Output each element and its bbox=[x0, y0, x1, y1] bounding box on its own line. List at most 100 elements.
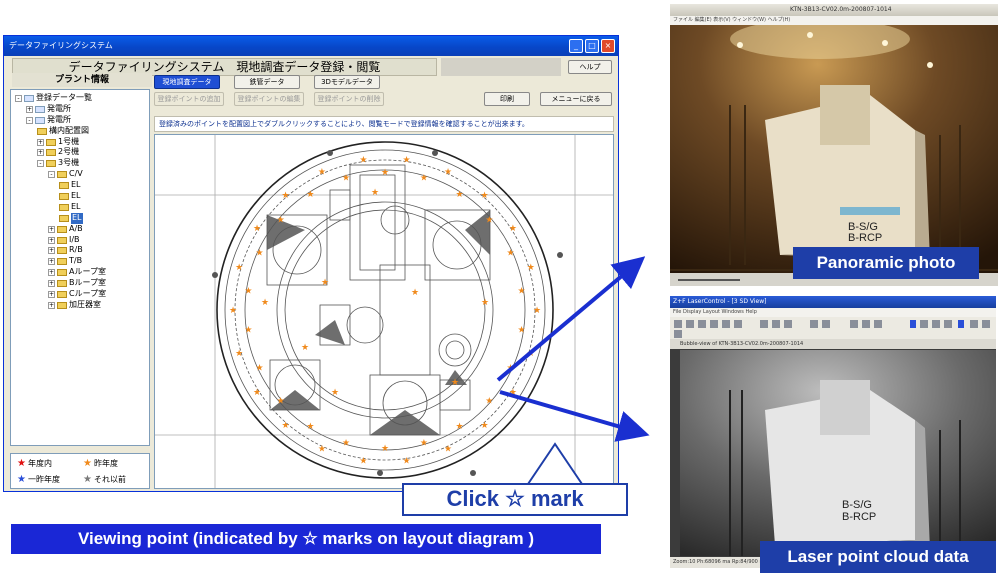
viewing-point-star[interactable]: ★ bbox=[253, 388, 261, 398]
viewing-point-star[interactable]: ★ bbox=[485, 396, 493, 406]
viewing-point-star[interactable]: ★ bbox=[342, 438, 350, 448]
viewing-point-star[interactable]: ★ bbox=[403, 457, 411, 467]
viewing-point-star[interactable]: ★ bbox=[342, 174, 350, 184]
tab-pipe-data[interactable]: 鉄管データ bbox=[234, 75, 300, 89]
viewing-point-star[interactable]: ★ bbox=[509, 224, 517, 234]
tree-node[interactable]: + 発電所 bbox=[11, 104, 149, 115]
viewing-point-star[interactable]: ★ bbox=[281, 421, 289, 431]
viewing-point-star[interactable]: ★ bbox=[318, 444, 326, 454]
viewing-point-star[interactable]: ★ bbox=[281, 191, 289, 201]
expand-icon[interactable]: + bbox=[48, 236, 55, 244]
viewing-point-star[interactable]: ★ bbox=[277, 396, 285, 406]
expand-icon[interactable]: + bbox=[48, 225, 55, 233]
tree-node[interactable]: EL bbox=[11, 191, 149, 202]
viewing-point-star[interactable]: ★ bbox=[533, 306, 541, 316]
help-button[interactable]: ヘルプ bbox=[568, 60, 612, 74]
tree-node[interactable]: +2号機 bbox=[11, 147, 149, 158]
close-button[interactable]: × bbox=[601, 39, 615, 53]
viewing-point-star[interactable]: ★ bbox=[331, 388, 339, 398]
tree-node[interactable]: + Aループ室 bbox=[11, 267, 149, 278]
tree-node[interactable]: EL bbox=[11, 202, 149, 213]
viewing-point-star[interactable]: ★ bbox=[235, 349, 243, 359]
delete-point-button[interactable]: 登録ポイントの削除 bbox=[314, 92, 384, 106]
viewing-point-star[interactable]: ★ bbox=[318, 168, 326, 178]
viewing-point-star[interactable]: ★ bbox=[509, 388, 517, 398]
tree-node[interactable]: + Bループ室 bbox=[11, 278, 149, 289]
viewing-point-star[interactable]: ★ bbox=[255, 363, 263, 373]
tab-3d-model-data[interactable]: 3Dモデルデータ bbox=[314, 75, 380, 89]
viewing-point-star[interactable]: ★ bbox=[506, 363, 514, 373]
viewing-point-star[interactable]: ★ bbox=[411, 288, 419, 298]
viewing-point-star[interactable]: ★ bbox=[381, 168, 389, 178]
viewing-point-star[interactable]: ★ bbox=[381, 444, 389, 454]
viewing-point-star[interactable]: ★ bbox=[359, 156, 367, 166]
viewing-point-star[interactable]: ★ bbox=[456, 190, 464, 200]
expand-icon[interactable]: + bbox=[48, 280, 55, 288]
viewing-point-star[interactable]: ★ bbox=[518, 286, 526, 296]
viewing-point-star[interactable]: ★ bbox=[229, 306, 237, 316]
viewing-point-star[interactable]: ★ bbox=[306, 190, 314, 200]
expand-icon[interactable]: + bbox=[37, 149, 44, 157]
viewing-point-star[interactable]: ★ bbox=[306, 422, 314, 432]
tree-node[interactable]: + A/B bbox=[11, 224, 149, 235]
expand-icon[interactable]: + bbox=[48, 269, 55, 277]
viewing-point-star[interactable]: ★ bbox=[444, 444, 452, 454]
tree-node[interactable]: - C/V bbox=[11, 169, 149, 180]
minimize-button[interactable]: _ bbox=[569, 39, 583, 53]
viewing-point-star[interactable]: ★ bbox=[253, 224, 261, 234]
viewing-point-star[interactable]: ★ bbox=[301, 343, 309, 353]
viewing-point-star[interactable]: ★ bbox=[420, 438, 428, 448]
collapse-icon[interactable]: - bbox=[37, 160, 44, 168]
viewing-point-star[interactable]: ★ bbox=[485, 216, 493, 226]
viewing-point-star[interactable]: ★ bbox=[359, 457, 367, 467]
expand-icon[interactable]: + bbox=[48, 258, 55, 266]
add-point-button[interactable]: 登録ポイントの追加 bbox=[154, 92, 224, 106]
expand-icon[interactable]: + bbox=[37, 138, 44, 146]
tree-node[interactable]: + I/B bbox=[11, 235, 149, 246]
collapse-icon[interactable]: - bbox=[48, 171, 55, 179]
viewing-point-star[interactable]: ★ bbox=[527, 263, 535, 273]
viewing-point-star[interactable]: ★ bbox=[481, 298, 489, 308]
viewing-point-star[interactable]: ★ bbox=[480, 191, 488, 201]
tree-node[interactable]: +1号機 bbox=[11, 137, 149, 148]
expand-icon[interactable]: + bbox=[48, 247, 55, 255]
viewing-point-star[interactable]: ★ bbox=[321, 278, 329, 288]
tree-node[interactable]: EL bbox=[11, 180, 149, 191]
window-titlebar[interactable]: データファイリングシステム _ □ × bbox=[4, 36, 618, 56]
tree-node[interactable]: + 加圧器室 bbox=[11, 300, 149, 311]
tree-node[interactable]: + R/B bbox=[11, 245, 149, 256]
edit-point-button[interactable]: 登録ポイントの編集 bbox=[234, 92, 304, 106]
laser-view-tab[interactable]: Bubble-view of KTN-3B13-CV02.0m-200807-1… bbox=[670, 339, 996, 349]
viewing-point-star[interactable]: ★ bbox=[277, 216, 285, 226]
expand-icon[interactable]: + bbox=[48, 301, 55, 309]
back-to-menu-button[interactable]: メニューに戻る bbox=[540, 92, 612, 106]
viewing-point-star[interactable]: ★ bbox=[506, 249, 514, 259]
viewing-point-star[interactable]: ★ bbox=[371, 188, 379, 198]
tree-node[interactable]: - 発電所 bbox=[11, 115, 149, 126]
layout-diagram[interactable]: ★ ★ ★ ★ ★ ★ ★ ★ ★ ★ ★ ★ ★ ★ ★ ★ ★ ★ ★ ★ ★ ★ ★ ★ ★ ★ ★ ★ ★ ★ ★ ★ ★ ★ ★ ★ ★ ★ ★ ★… bbox=[154, 134, 614, 489]
viewing-point-star[interactable]: ★ bbox=[244, 286, 252, 296]
viewing-point-star[interactable]: ★ bbox=[456, 422, 464, 432]
tree-node[interactable]: + T/B bbox=[11, 256, 149, 267]
tree-node[interactable]: + Cループ室 bbox=[11, 289, 149, 300]
viewing-point-star[interactable]: ★ bbox=[244, 326, 252, 336]
viewing-point-star[interactable]: ★ bbox=[261, 298, 269, 308]
viewing-point-star[interactable]: ★ bbox=[403, 156, 411, 166]
viewing-point-star[interactable]: ★ bbox=[480, 421, 488, 431]
viewing-point-star[interactable]: ★ bbox=[420, 174, 428, 184]
viewing-point-star[interactable]: ★ bbox=[527, 349, 535, 359]
viewing-point-star[interactable]: ★ bbox=[255, 249, 263, 259]
viewing-point-star[interactable]: ★ bbox=[235, 263, 243, 273]
viewing-point-star[interactable]: ★ bbox=[518, 326, 526, 336]
collapse-icon[interactable]: - bbox=[15, 94, 22, 102]
tree-node[interactable]: 構内配置図 bbox=[11, 126, 149, 137]
tree-node[interactable]: - 登録データ一覧 bbox=[11, 93, 149, 104]
collapse-icon[interactable]: - bbox=[26, 116, 33, 124]
tab-survey-data[interactable]: 現地調査データ bbox=[154, 75, 220, 89]
maximize-button[interactable]: □ bbox=[585, 39, 599, 53]
expand-icon[interactable]: + bbox=[26, 105, 33, 113]
viewing-point-star[interactable]: ★ bbox=[444, 168, 452, 178]
viewing-point-star[interactable]: ★ bbox=[451, 378, 459, 388]
expand-icon[interactable]: + bbox=[48, 290, 55, 298]
print-button[interactable]: 印刷 bbox=[484, 92, 530, 106]
